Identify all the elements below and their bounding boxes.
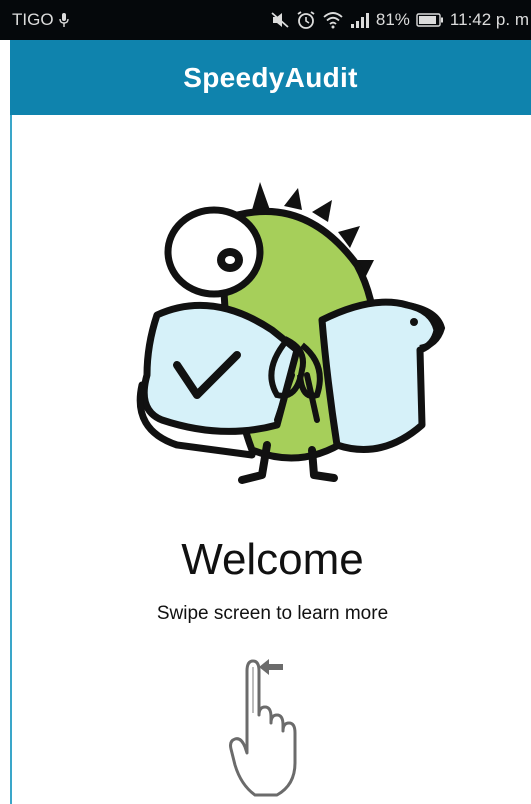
app-screen[interactable]: TIGO 81% 11:42 p. m SpeedyAudit Welcome … — [0, 0, 531, 804]
carrier-label: TIGO — [12, 10, 54, 29]
battery-icon — [416, 13, 444, 27]
app-title: SpeedyAudit — [183, 61, 358, 93]
wifi-icon — [322, 11, 344, 29]
fish-mascot-illustration — [136, 182, 446, 484]
welcome-title: Welcome — [181, 535, 364, 584]
status-bar: TIGO 81% 11:42 p. m — [0, 0, 531, 40]
app-bar: SpeedyAudit — [10, 40, 531, 115]
status-left: TIGO — [12, 10, 70, 30]
battery-percent: 81% — [375, 10, 410, 29]
left-gutter — [0, 40, 10, 804]
alarm-icon — [296, 10, 316, 30]
mute-icon — [270, 11, 290, 29]
swipe-left-hand-icon — [229, 659, 297, 797]
microphone-icon — [58, 12, 70, 28]
onboarding-page[interactable]: Welcome Swipe screen to learn more — [10, 115, 531, 804]
signal-icon — [350, 12, 370, 28]
clock-time: 11:42 p. m — [449, 10, 529, 29]
welcome-subtitle: Swipe screen to learn more — [156, 603, 389, 624]
status-right: 81% 11:42 p. m — [270, 10, 531, 30]
